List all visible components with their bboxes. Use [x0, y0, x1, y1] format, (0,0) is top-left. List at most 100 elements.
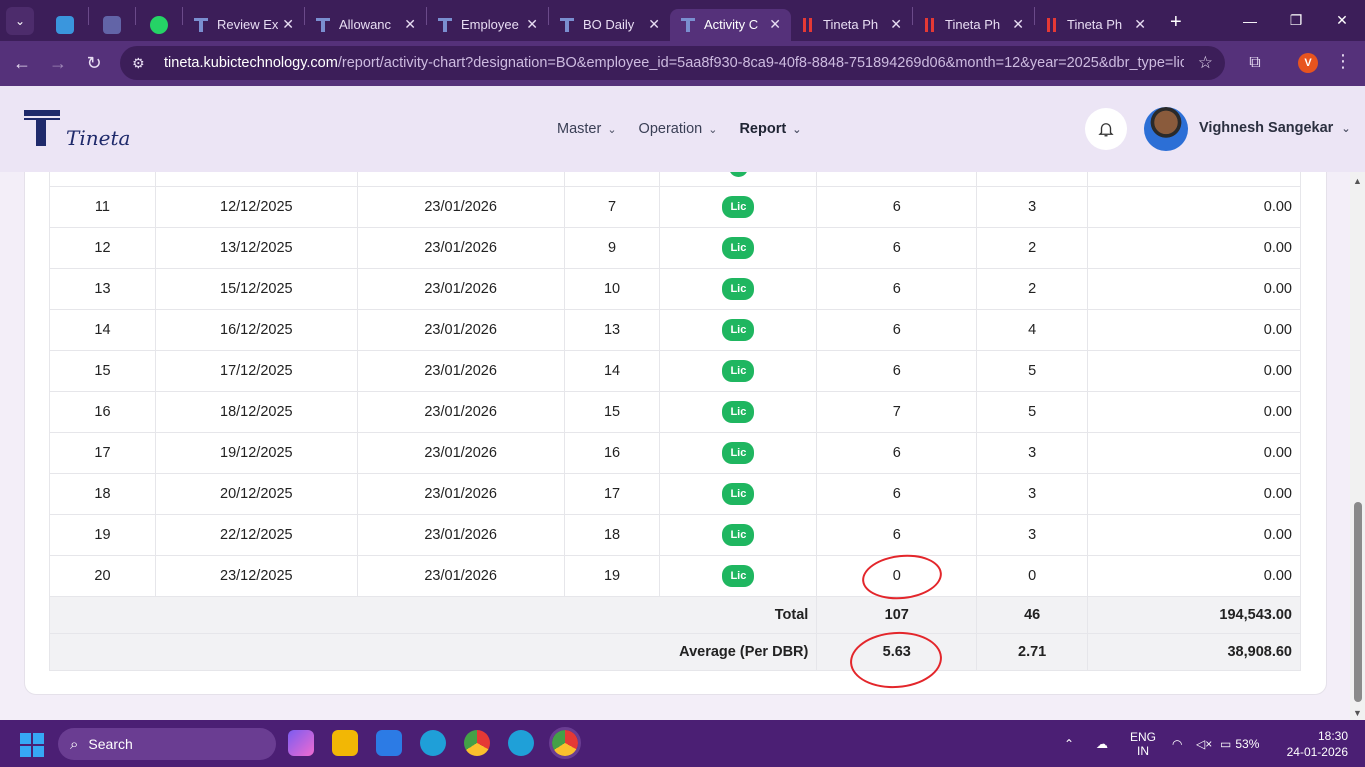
table-row-partial [49, 172, 1301, 187]
file-explorer-icon[interactable] [332, 730, 358, 756]
total-row: Total 107 46 194,543.00 [48, 596, 1301, 634]
tineta-icon [437, 17, 453, 33]
cell-value-b: 2 [976, 227, 1089, 269]
tab-close-icon[interactable]: ✕ [890, 16, 902, 33]
browser-tab[interactable] [42, 9, 88, 41]
browser-tab[interactable]: BO Daily ✕ [549, 9, 670, 41]
copilot-icon[interactable] [288, 730, 314, 756]
user-name: Vighnesh Sangekar [1199, 120, 1334, 136]
tineta-icon [680, 17, 696, 33]
browser-menu-icon[interactable]: ⋮ [1334, 51, 1352, 72]
cell-amount: 0.00 [1087, 432, 1301, 474]
battery-indicator[interactable]: ▭ 53% [1220, 720, 1259, 767]
cell-amount: 0.00 [1087, 555, 1301, 597]
chrome-icon[interactable] [464, 730, 490, 756]
table-row: 19 22/12/2025 23/01/2026 18 Lic 6 3 0.00 [49, 514, 1301, 556]
onedrive-icon[interactable]: ☁ [1096, 720, 1108, 767]
user-avatar[interactable] [1144, 107, 1188, 151]
language-indicator[interactable]: ENG IN [1130, 720, 1156, 767]
search-label: Search [88, 736, 133, 752]
maximize-button[interactable]: ❐ [1273, 0, 1319, 41]
tab-title: Review Ex [217, 17, 279, 32]
cell-type: Lic [659, 186, 818, 228]
cell-count: 9 [563, 227, 661, 269]
chevron-down-icon: ⌄ [14, 13, 26, 28]
tray-overflow-icon[interactable]: ⌃ [1064, 720, 1074, 767]
windows-taskbar: ⌕ Search ⌃ ☁ ENG IN ◠ ◁× ▭ 53% 18:30 24-0… [0, 720, 1365, 767]
bookmark-star-icon[interactable]: ☆ [1198, 53, 1213, 73]
page-scrollbar[interactable]: ▲ ▼ [1350, 172, 1365, 720]
cell-type: Lic [659, 350, 818, 392]
volume-icon[interactable]: ◁× [1196, 720, 1212, 767]
user-menu[interactable]: Vighnesh Sangekar ⌄ [1199, 120, 1351, 136]
scroll-up-arrow-icon[interactable]: ▲ [1353, 176, 1362, 186]
bell-icon [1098, 123, 1114, 137]
lic-badge: Lic [722, 442, 755, 464]
cell-date: 18/12/2025 [154, 391, 358, 433]
browser-tab[interactable] [136, 9, 182, 41]
nav-report-label: Report [739, 121, 787, 137]
notifications-button[interactable] [1085, 108, 1127, 150]
browser-tab[interactable]: Review Ex ✕ [183, 9, 304, 41]
taskbar-search[interactable]: ⌕ Search [58, 728, 276, 760]
cell-date: 17/12/2025 [154, 350, 358, 392]
back-button[interactable]: ← [4, 46, 40, 82]
browser-tab[interactable] [89, 9, 135, 41]
tab-close-icon[interactable]: ✕ [1134, 16, 1146, 33]
windows-start-icon[interactable] [20, 733, 44, 757]
cell-type: Lic [659, 432, 818, 474]
wifi-icon[interactable]: ◠ [1172, 720, 1182, 767]
cell-count: 18 [563, 514, 661, 556]
tab-search-button[interactable]: ⌄ [6, 6, 34, 35]
chrome-active-icon[interactable] [549, 727, 581, 759]
close-window-button[interactable]: ✕ [1319, 0, 1365, 41]
browser-tab[interactable]: Tineta Ph ✕ [791, 9, 912, 41]
battery-percent: 53% [1235, 736, 1260, 751]
profile-avatar[interactable]: V [1298, 53, 1318, 73]
nav-master[interactable]: Master ⌄ [557, 121, 617, 137]
extensions-icon[interactable]: ⧉ [1242, 50, 1268, 76]
minimize-button[interactable]: — [1227, 0, 1273, 41]
logo-stem [36, 120, 46, 146]
whatsapp-icon [150, 15, 168, 34]
tab-active[interactable]: Activity C ✕ [670, 8, 791, 41]
browser-tab[interactable]: Tineta Ph ✕ [1035, 9, 1156, 41]
tab-close-icon[interactable]: ✕ [1012, 16, 1024, 33]
store-icon[interactable] [376, 730, 402, 756]
scrollbar-thumb[interactable] [1354, 502, 1362, 702]
cell-type: Lic [659, 391, 818, 433]
new-tab-button[interactable]: + [1170, 11, 1182, 34]
tab-close-icon[interactable]: ✕ [648, 16, 660, 33]
browser-tab[interactable]: Employee ✕ [427, 9, 548, 41]
cell-date: 15/12/2025 [154, 268, 358, 310]
total-row-amount: 194,543.00 [1087, 596, 1301, 634]
table-cell [356, 172, 565, 187]
tab-close-icon[interactable]: ✕ [282, 16, 294, 33]
tab-close-icon[interactable]: ✕ [404, 16, 416, 33]
nav-operation[interactable]: Operation ⌄ [639, 121, 718, 137]
forward-button[interactable]: → [40, 46, 76, 82]
scroll-down-arrow-icon[interactable]: ▼ [1353, 708, 1362, 718]
edge-icon[interactable] [420, 730, 446, 756]
cell-no: 18 [49, 473, 156, 515]
cell-type: Lic [659, 514, 818, 556]
browser-tab[interactable]: Allowanc ✕ [305, 9, 426, 41]
edge-profile-icon[interactable] [508, 730, 534, 756]
tab-close-icon[interactable]: ✕ [526, 16, 538, 33]
reload-button[interactable]: ↻ [76, 46, 112, 82]
tineta-logo[interactable]: Tineta [24, 110, 134, 150]
outlook-icon [56, 15, 74, 34]
site-info-icon[interactable]: ⚙ [132, 55, 152, 72]
address-bar[interactable]: ⚙ tineta.kubictechnology.com/report/acti… [120, 46, 1225, 80]
clock[interactable]: 18:30 24-01-2026 [1284, 720, 1348, 767]
lic-badge: Lic [722, 401, 755, 423]
url-text[interactable]: tineta.kubictechnology.com/report/activi… [164, 55, 1184, 71]
cell-value-a: 0 [816, 555, 978, 597]
nav-report[interactable]: Report ⌄ [739, 121, 801, 137]
table-row: 14 16/12/2025 23/01/2026 13 Lic 6 4 0.00 [49, 309, 1301, 351]
cell-no: 11 [49, 186, 156, 228]
reload-icon: ↻ [86, 53, 102, 73]
tab-close-icon[interactable]: ✕ [769, 16, 781, 33]
table-row: 15 17/12/2025 23/01/2026 14 Lic 6 5 0.00 [49, 350, 1301, 392]
browser-tab[interactable]: Tineta Ph ✕ [913, 9, 1034, 41]
